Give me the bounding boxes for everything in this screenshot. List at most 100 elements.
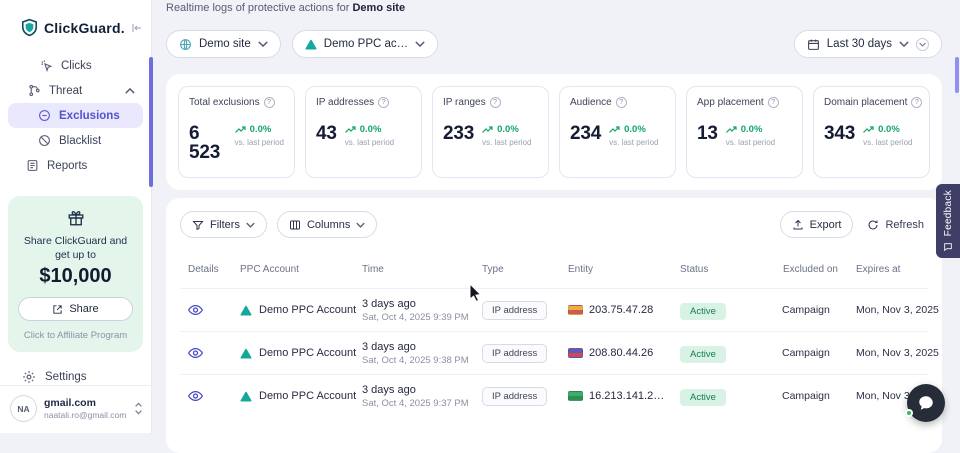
stat-delta: 0.0% xyxy=(624,124,646,135)
feedback-label: Feedback xyxy=(943,190,954,236)
page-scrollbar[interactable] xyxy=(955,57,959,93)
country-flag-icon xyxy=(568,391,583,401)
country-flag-icon xyxy=(568,348,583,358)
status-badge: Active xyxy=(680,303,726,320)
chevron-down-icon xyxy=(246,222,255,228)
stat-label: IP ranges xyxy=(443,97,486,108)
chevron-down-icon xyxy=(356,222,365,228)
affiliate-program-link[interactable]: Click to Affiliate Program xyxy=(18,330,133,341)
trend-up-icon xyxy=(726,126,738,134)
info-icon[interactable]: ? xyxy=(264,97,275,108)
user-email: naatali.ro@gmail.com xyxy=(44,410,126,420)
table-row[interactable]: Demo PPC Account 3 days agoSat, Oct 4, 2… xyxy=(180,288,928,331)
table-row[interactable]: Demo PPC Account 3 days agoSat, Oct 4, 2… xyxy=(180,331,928,374)
stat-value: 6 523 xyxy=(189,124,227,162)
chevron-down-icon xyxy=(415,41,425,47)
sidebar-item-label: Exclusions xyxy=(59,110,120,122)
time-absolute: Sat, Oct 4, 2025 9:37 PM xyxy=(362,398,474,409)
info-icon[interactable]: ? xyxy=(768,97,779,108)
filters-button[interactable]: Filters xyxy=(180,211,267,238)
sidebar-item-clicks[interactable]: Clicks xyxy=(8,53,143,78)
clickguard-shield-icon xyxy=(20,18,39,37)
stats-summary-panel: Total exclusions? 6 523 0.0% vs. last per… xyxy=(166,74,942,190)
date-range-value: Last 30 days xyxy=(827,38,892,50)
table-row[interactable]: Demo PPC Account 3 days agoSat, Oct 4, 2… xyxy=(180,374,928,417)
status-badge: Active xyxy=(680,346,726,363)
excluded-on-value: Campaign xyxy=(774,304,848,316)
filter-bar: Demo site Demo PPC ac… Last 30 days xyxy=(166,30,942,58)
trend-up-icon xyxy=(482,126,494,134)
eye-icon[interactable] xyxy=(188,390,232,402)
date-range-dropdown[interactable]: Last 30 days xyxy=(794,30,942,58)
settings-label: Settings xyxy=(45,371,87,383)
export-button[interactable]: Export xyxy=(780,211,854,238)
logs-table-card: Filters Columns Export xyxy=(166,198,942,453)
columns-button[interactable]: Columns xyxy=(277,211,377,238)
table-header-row: Details PPC Account Time Type Entity Sta… xyxy=(180,264,928,288)
logo-row: ClickGuard. xyxy=(0,0,151,49)
sidebar-item-label: Clicks xyxy=(61,60,92,72)
country-flag-icon xyxy=(568,305,583,315)
sidebar-item-reports[interactable]: Reports xyxy=(8,153,143,178)
report-document-icon xyxy=(26,159,39,172)
expires-at-value: Mon, Nov 3, 2025 xyxy=(848,347,928,359)
globe-icon xyxy=(179,38,192,51)
stat-label: Total exclusions xyxy=(189,97,260,108)
column-header-status: Status xyxy=(672,264,774,275)
chat-launcher-button[interactable] xyxy=(907,384,945,422)
stat-delta: 0.0% xyxy=(741,124,763,135)
sidebar-nav: Clicks Threat Exclusions Blacklist xyxy=(0,49,151,178)
table-toolbar: Filters Columns Export xyxy=(180,211,928,238)
cursor-click-icon xyxy=(40,59,53,72)
sidebar-item-settings[interactable]: Settings xyxy=(0,368,151,385)
ppc-account-filter-dropdown[interactable]: Demo PPC ac… xyxy=(292,30,438,58)
sidebar-item-threat[interactable]: Threat xyxy=(8,78,143,103)
stat-delta: 0.0% xyxy=(497,124,519,135)
feedback-chat-icon xyxy=(943,242,953,252)
eye-icon[interactable] xyxy=(188,304,232,316)
promo-message: Share ClickGuard and get up to xyxy=(24,234,128,262)
trend-up-icon xyxy=(345,126,357,134)
column-header-time: Time xyxy=(354,264,474,275)
column-header-expires-at: Expires at xyxy=(848,264,928,275)
stat-delta: 0.0% xyxy=(360,124,382,135)
chevron-down-icon xyxy=(899,41,909,47)
sidebar-scrollbar[interactable] xyxy=(149,57,153,187)
info-icon[interactable]: ? xyxy=(616,97,627,108)
column-header-type: Type xyxy=(474,264,560,275)
user-account-switcher[interactable]: NA gmail.com naatali.ro@gmail.com xyxy=(0,385,151,433)
sidebar-item-exclusions[interactable]: Exclusions xyxy=(8,103,143,128)
ppc-account-filter-value: Demo PPC ac… xyxy=(324,38,408,50)
info-icon[interactable]: ? xyxy=(490,97,501,108)
share-button[interactable]: Share xyxy=(18,297,133,321)
entity-value: 208.80.44.26 xyxy=(589,347,653,359)
share-icon xyxy=(52,304,63,315)
stat-delta: 0.0% xyxy=(250,124,272,135)
eye-icon[interactable] xyxy=(188,347,232,359)
stat-period: vs. last period xyxy=(863,138,912,147)
chevron-down-icon xyxy=(258,41,268,47)
refresh-button[interactable]: Refresh xyxy=(863,219,928,231)
trend-up-icon xyxy=(609,126,621,134)
column-header-details: Details xyxy=(180,264,232,275)
info-icon[interactable]: ? xyxy=(378,97,389,108)
feedback-tab[interactable]: Feedback xyxy=(936,184,960,258)
status-badge: Active xyxy=(680,389,726,406)
stat-period: vs. last period xyxy=(609,138,658,147)
time-relative: 3 days ago xyxy=(362,384,474,396)
stat-card-app-placement: App placement? 13 0.0%vs. last period xyxy=(686,86,803,178)
excluded-on-value: Campaign xyxy=(774,347,848,359)
stat-value: 234 xyxy=(570,124,601,143)
info-icon[interactable]: ? xyxy=(911,97,922,108)
stat-label: Domain placement xyxy=(824,97,907,108)
circle-chevron-icon[interactable] xyxy=(916,38,929,51)
trend-up-icon xyxy=(863,126,875,134)
export-button-label: Export xyxy=(810,219,842,231)
collapse-sidebar-icon[interactable] xyxy=(130,22,143,34)
site-filter-dropdown[interactable]: Demo site xyxy=(166,30,281,58)
sidebar-item-blacklist[interactable]: Blacklist xyxy=(8,128,143,153)
columns-icon xyxy=(289,219,301,231)
stat-card-ip-ranges: IP ranges? 233 0.0%vs. last period xyxy=(432,86,549,178)
user-name: gmail.com xyxy=(44,397,126,409)
stat-period: vs. last period xyxy=(345,138,394,147)
